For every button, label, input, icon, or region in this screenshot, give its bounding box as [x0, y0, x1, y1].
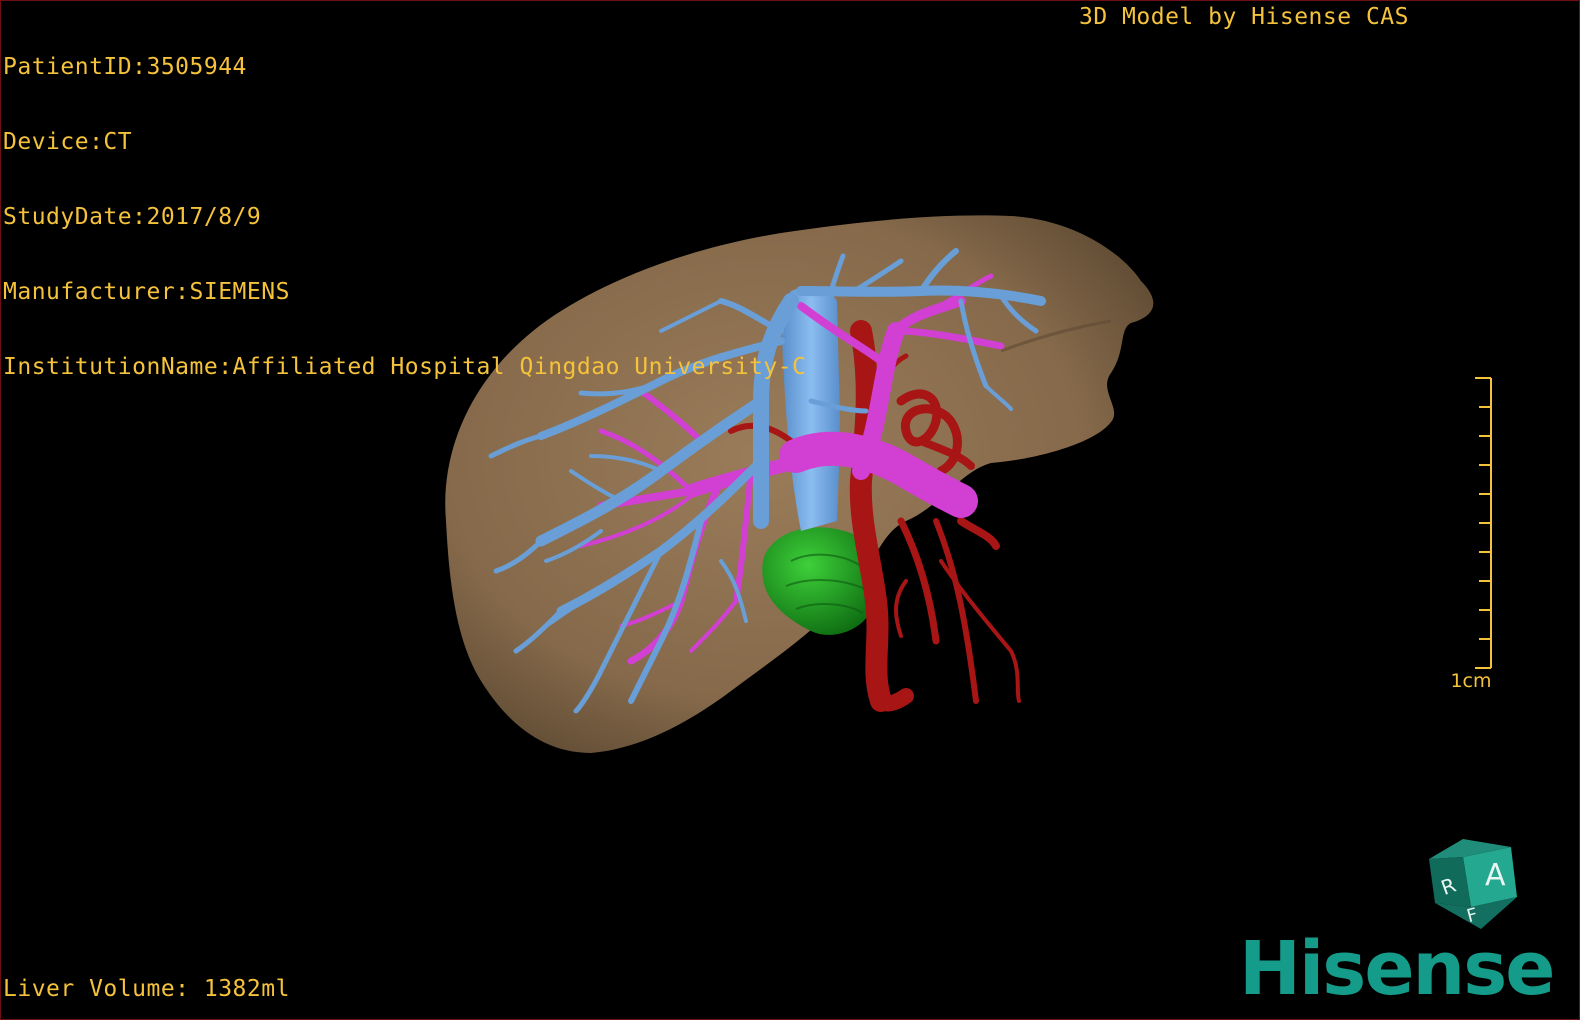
scale-bar-container: 1cm	[1441, 376, 1501, 696]
scale-bar-label: 1cm	[1450, 670, 1492, 692]
manufacturer: Manufacturer:SIEMENS	[3, 279, 290, 305]
model-credit: 3D Model by Hisense CAS	[1079, 4, 1409, 30]
device: Device:CT	[3, 129, 133, 155]
institution-name: InstitutionName:Affiliated Hospital Qing…	[3, 354, 807, 380]
patient-info-panel: PatientID:3505944 Device:CT StudyDate:20…	[3, 5, 806, 430]
patient-id: PatientID:3505944	[3, 54, 247, 80]
orientation-cube[interactable]: A R F	[1429, 839, 1517, 929]
liver-volume: Liver Volume: 1382ml	[3, 976, 290, 1002]
cube-label-front: A	[1485, 858, 1506, 893]
3d-viewport[interactable]: A R F PatientID:3505944 Device:CT StudyD…	[0, 0, 1580, 1020]
hisense-logo: Hisense	[1239, 926, 1555, 1012]
study-date: StudyDate:2017/8/9	[3, 204, 262, 230]
